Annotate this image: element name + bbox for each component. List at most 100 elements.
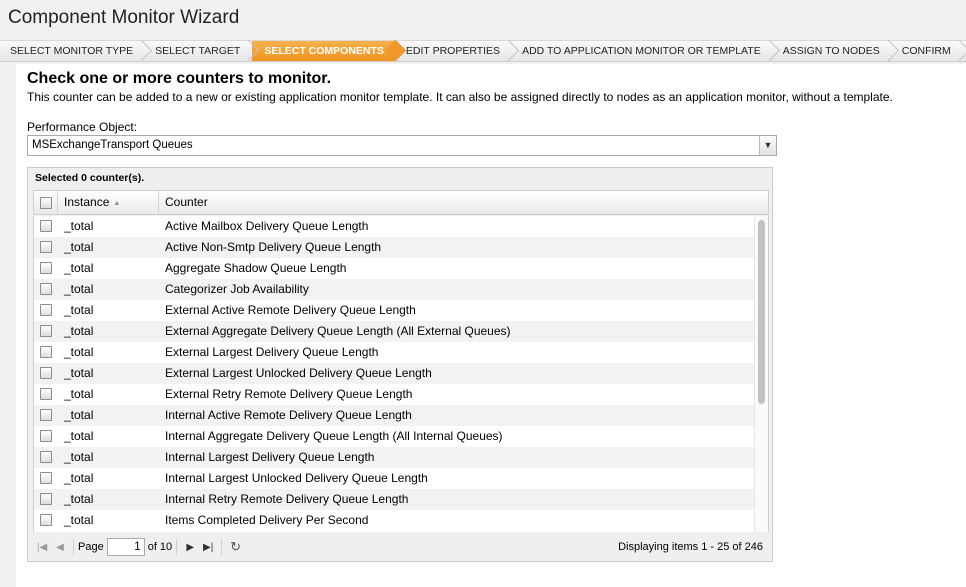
row-checkbox[interactable] (40, 325, 52, 337)
performance-object-select[interactable]: MSExchangeTransport Queues ▼ (27, 135, 777, 156)
row-checkbox[interactable] (40, 451, 52, 463)
table-row[interactable]: _total Internal Largest Unlocked Delivery… (34, 468, 768, 489)
instance-cell: _total (64, 450, 94, 464)
next-page-icon[interactable]: ▶ (181, 542, 199, 553)
performance-object-value: MSExchangeTransport Queues (32, 139, 193, 151)
counter-cell: Categorizer Job Availability (165, 282, 309, 296)
previous-page-icon[interactable]: ◀ (51, 542, 69, 553)
table-row[interactable]: _total Items Completed Delivery Per Secon… (34, 510, 768, 531)
selection-count: Selected 0 counter(s). (28, 168, 772, 188)
pagination-toolbar: |◀ ◀ Page 1 of 10 ▶ ▶| ↻ Displaying item… (33, 535, 769, 559)
sort-ascending-icon: ▲ (113, 200, 121, 207)
last-page-icon[interactable]: ▶| (199, 542, 217, 553)
instance-cell: _total (64, 261, 94, 275)
wizard-step-select-components[interactable]: SELECT COMPONENTS (252, 41, 396, 61)
row-checkbox-cell (34, 300, 58, 321)
main-panel: Check one or more counters to monitor. T… (16, 64, 966, 587)
select-all-cell (34, 191, 58, 214)
wizard-steps: SELECT MONITOR TYPE SELECT TARGET SELECT C… (0, 40, 966, 62)
grid-rows: _total Active Mailbox Delivery Queue Leng… (34, 216, 768, 531)
row-checkbox[interactable] (40, 472, 52, 484)
page-count-label: of 10 (147, 541, 173, 553)
row-checkbox-cell (34, 258, 58, 279)
select-all-checkbox[interactable] (40, 197, 52, 209)
row-checkbox[interactable] (40, 493, 52, 505)
toolbar-divider (221, 539, 223, 555)
display-info: Displaying items 1 - 25 of 246 (618, 541, 763, 553)
counter-column-header[interactable]: Counter (159, 191, 768, 214)
row-checkbox[interactable] (40, 241, 52, 253)
instance-header-label: Instance (64, 195, 110, 209)
table-row[interactable]: _total Internal Retry Remote Delivery Que… (34, 489, 768, 510)
row-checkbox[interactable] (40, 283, 52, 295)
table-row[interactable]: _total Internal Largest Delivery Queue Le… (34, 447, 768, 468)
table-row[interactable]: _total Internal Active Remote Delivery Qu… (34, 405, 768, 426)
wizard-step-add-to-application-monitor-or-template[interactable]: ADD TO APPLICATION MONITOR OR TEMPLATE (512, 41, 773, 61)
scrollbar-thumb[interactable] (758, 220, 765, 404)
table-row[interactable]: _total External Largest Unlocked Delivery… (34, 363, 768, 384)
counter-cell: Internal Largest Delivery Queue Length (165, 450, 375, 464)
page-number-input[interactable]: 1 (106, 538, 145, 556)
table-row[interactable]: _total Active Mailbox Delivery Queue Leng… (34, 216, 768, 237)
counter-cell: Aggregate Shadow Queue Length (165, 261, 347, 275)
row-checkbox[interactable] (40, 304, 52, 316)
wizard-step-select-monitor-type[interactable]: SELECT MONITOR TYPE (0, 41, 145, 61)
performance-object-label: Performance Object: (27, 120, 138, 134)
row-checkbox[interactable] (40, 262, 52, 274)
refresh-icon[interactable]: ↻ (230, 539, 241, 555)
wizard-step-confirm[interactable]: CONFIRM (892, 41, 963, 61)
table-row[interactable]: _total Active Non-Smtp Delivery Queue Len… (34, 237, 768, 258)
row-checkbox-cell (34, 216, 58, 237)
wizard-step-select-target[interactable]: SELECT TARGET (145, 41, 252, 61)
counter-cell: Active Non-Smtp Delivery Queue Length (165, 240, 382, 254)
row-checkbox[interactable] (40, 388, 52, 400)
instance-cell: _total (64, 492, 94, 506)
row-checkbox-cell (34, 384, 58, 405)
table-row[interactable]: _total External Aggregate Delivery Queue … (34, 321, 768, 342)
instance-cell: _total (64, 345, 94, 359)
row-checkbox-cell (34, 279, 58, 300)
instance-cell: _total (64, 303, 94, 317)
instance-cell: _total (64, 366, 94, 380)
instance-cell: _total (64, 387, 94, 401)
toolbar-divider (73, 539, 74, 555)
row-checkbox-cell (34, 468, 58, 489)
table-row[interactable]: _total Aggregate Shadow Queue Length (34, 258, 768, 279)
table-row[interactable]: _total External Active Remote Delivery Qu… (34, 300, 768, 321)
wizard-step-assign-to-nodes[interactable]: ASSIGN TO NODES (773, 41, 892, 61)
counter-header-label: Counter (165, 195, 208, 209)
row-checkbox-cell (34, 405, 58, 426)
counter-cell: Internal Active Remote Delivery Queue Le… (165, 408, 412, 422)
first-page-icon[interactable]: |◀ (33, 542, 51, 553)
row-checkbox[interactable] (40, 409, 52, 421)
row-checkbox[interactable] (40, 430, 52, 442)
instance-cell: _total (64, 219, 94, 233)
instance-cell: _total (64, 408, 94, 422)
row-checkbox[interactable] (40, 514, 52, 526)
instance-column-header[interactable]: Instance ▲ (58, 191, 159, 214)
page-label: Page (78, 541, 104, 553)
counter-cell: External Retry Remote Delivery Queue Len… (165, 387, 413, 401)
toolbar-divider (176, 539, 178, 555)
chevron-down-icon[interactable]: ▼ (759, 136, 776, 155)
row-checkbox-cell (34, 342, 58, 363)
row-checkbox-cell (34, 237, 58, 258)
table-row[interactable]: _total External Retry Remote Delivery Que… (34, 384, 768, 405)
counters-grid: Selected 0 counter(s). Instance ▲ Counter… (27, 167, 773, 562)
instance-cell: _total (64, 282, 94, 296)
counter-cell: Internal Largest Unlocked Delivery Queue… (165, 471, 428, 485)
counter-cell: Active Mailbox Delivery Queue Length (165, 219, 369, 233)
counter-cell: Internal Retry Remote Delivery Queue Len… (165, 492, 409, 506)
instance-cell: _total (64, 429, 94, 443)
table-row[interactable]: _total Categorizer Job Availability (34, 279, 768, 300)
wizard-step-edit-properties[interactable]: EDIT PROPERTIES (396, 41, 512, 61)
window-title: Component Monitor Wizard (8, 7, 240, 28)
grid-scrollbar[interactable] (754, 216, 768, 532)
counter-cell: External Largest Unlocked Delivery Queue… (165, 366, 432, 380)
table-row[interactable]: _total External Largest Delivery Queue Le… (34, 342, 768, 363)
row-checkbox-cell (34, 363, 58, 384)
row-checkbox[interactable] (40, 346, 52, 358)
row-checkbox[interactable] (40, 220, 52, 232)
table-row[interactable]: _total Internal Aggregate Delivery Queue … (34, 426, 768, 447)
row-checkbox[interactable] (40, 367, 52, 379)
